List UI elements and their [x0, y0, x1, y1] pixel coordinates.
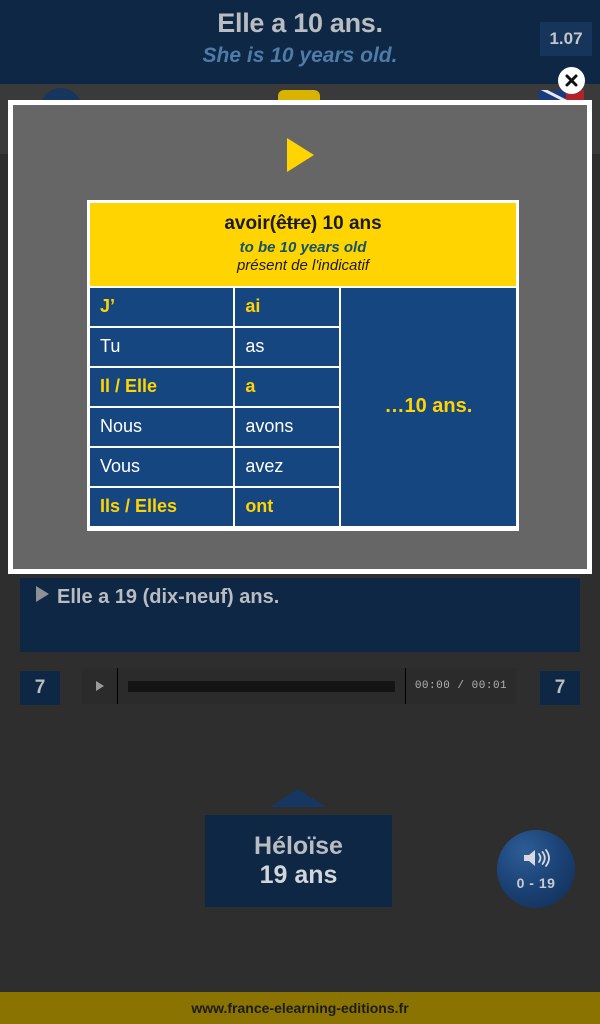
table-row: avez	[235, 447, 339, 486]
verb-object: 10 ans	[322, 213, 382, 234]
conjugation-table: avoir(être) 10 ans to be 10 years old pr…	[87, 200, 519, 531]
table-row: J’	[90, 287, 234, 326]
conjugation-modal: avoir(être) 10 ans to be 10 years old pr…	[8, 100, 592, 574]
arrow-up-icon	[270, 789, 326, 807]
audio-range-label: 0 - 19	[516, 875, 556, 891]
paren-close: )	[310, 213, 318, 234]
audio-player[interactable]: 00:00 / 00:01	[82, 668, 516, 704]
conjugation-header: avoir(être) 10 ans to be 10 years old pr…	[90, 203, 516, 286]
person-card[interactable]: Héloïse 19 ans	[205, 815, 392, 907]
conjugation-tail-text: …10 ans.	[340, 287, 516, 526]
lesson-number-badge: 1.07	[540, 22, 592, 56]
footer-url[interactable]: www.france-elearning-editions.fr	[191, 1000, 408, 1016]
audio-play-button[interactable]	[82, 668, 118, 704]
table-row: Nous	[90, 407, 234, 446]
table-row: Il / Elle	[90, 367, 234, 406]
page-badge-left[interactable]: 7	[20, 671, 60, 705]
page-title: Elle a 10 ans.	[217, 8, 383, 38]
person-age: 19 ans	[259, 861, 338, 889]
audio-progress-bar[interactable]	[128, 680, 395, 692]
table-row: avons	[235, 407, 339, 446]
player-row: 7 00:00 / 00:01 7	[0, 668, 600, 708]
example-sentence-bar[interactable]: Elle a 19 (dix-neuf) ans.	[20, 578, 580, 652]
speaker-icon	[521, 847, 551, 874]
conjugation-tense: présent de l'indicatif	[236, 256, 370, 274]
table-row: a	[235, 367, 339, 406]
footer: www.france-elearning-editions.fr	[0, 992, 600, 1024]
example-sentence-text: Elle a 19 (dix-neuf) ans.	[57, 586, 280, 608]
play-icon	[95, 681, 104, 691]
example-sentence: Elle a 19 (dix-neuf) ans.	[36, 586, 580, 609]
page-subtitle: She is 10 years old.	[202, 44, 398, 67]
lower-panel: Héloïse 19 ans 0 - 19	[0, 727, 600, 992]
page-badge-right[interactable]: 7	[540, 671, 580, 705]
table-row: Tu	[90, 327, 234, 366]
object-column: …10 ans.	[340, 287, 516, 528]
conjugation-verb-line: avoir(être) 10 ans	[96, 213, 510, 236]
table-row: as	[235, 327, 339, 366]
audio-range-button[interactable]: 0 - 19	[497, 830, 575, 908]
person-name: Héloïse	[254, 832, 343, 861]
conjugation-translation: to be 10 years old	[239, 238, 367, 256]
verb-column: ai as a avons avez ont	[235, 287, 341, 528]
table-row: ai	[235, 287, 339, 326]
table-row: ont	[235, 487, 339, 526]
audio-progress-track[interactable]	[118, 668, 406, 704]
pronoun-column: J’ Tu Il / Elle Nous Vous Ils / Elles	[90, 287, 235, 528]
play-triangle-icon	[286, 138, 314, 172]
verb-main: avoir	[224, 213, 270, 234]
conjugation-body: J’ Tu Il / Elle Nous Vous Ils / Elles ai…	[90, 285, 516, 528]
table-row: Ils / Elles	[90, 487, 234, 526]
page-header: Elle a 10 ans. She is 10 years old. 1.07	[0, 0, 600, 84]
play-triangle-icon[interactable]	[36, 586, 49, 602]
verb-struck: être	[276, 213, 311, 234]
close-icon[interactable]	[558, 67, 585, 94]
audio-time-display: 00:00 / 00:01	[414, 680, 508, 692]
modal-play-button[interactable]	[13, 138, 587, 177]
table-row: Vous	[90, 447, 234, 486]
